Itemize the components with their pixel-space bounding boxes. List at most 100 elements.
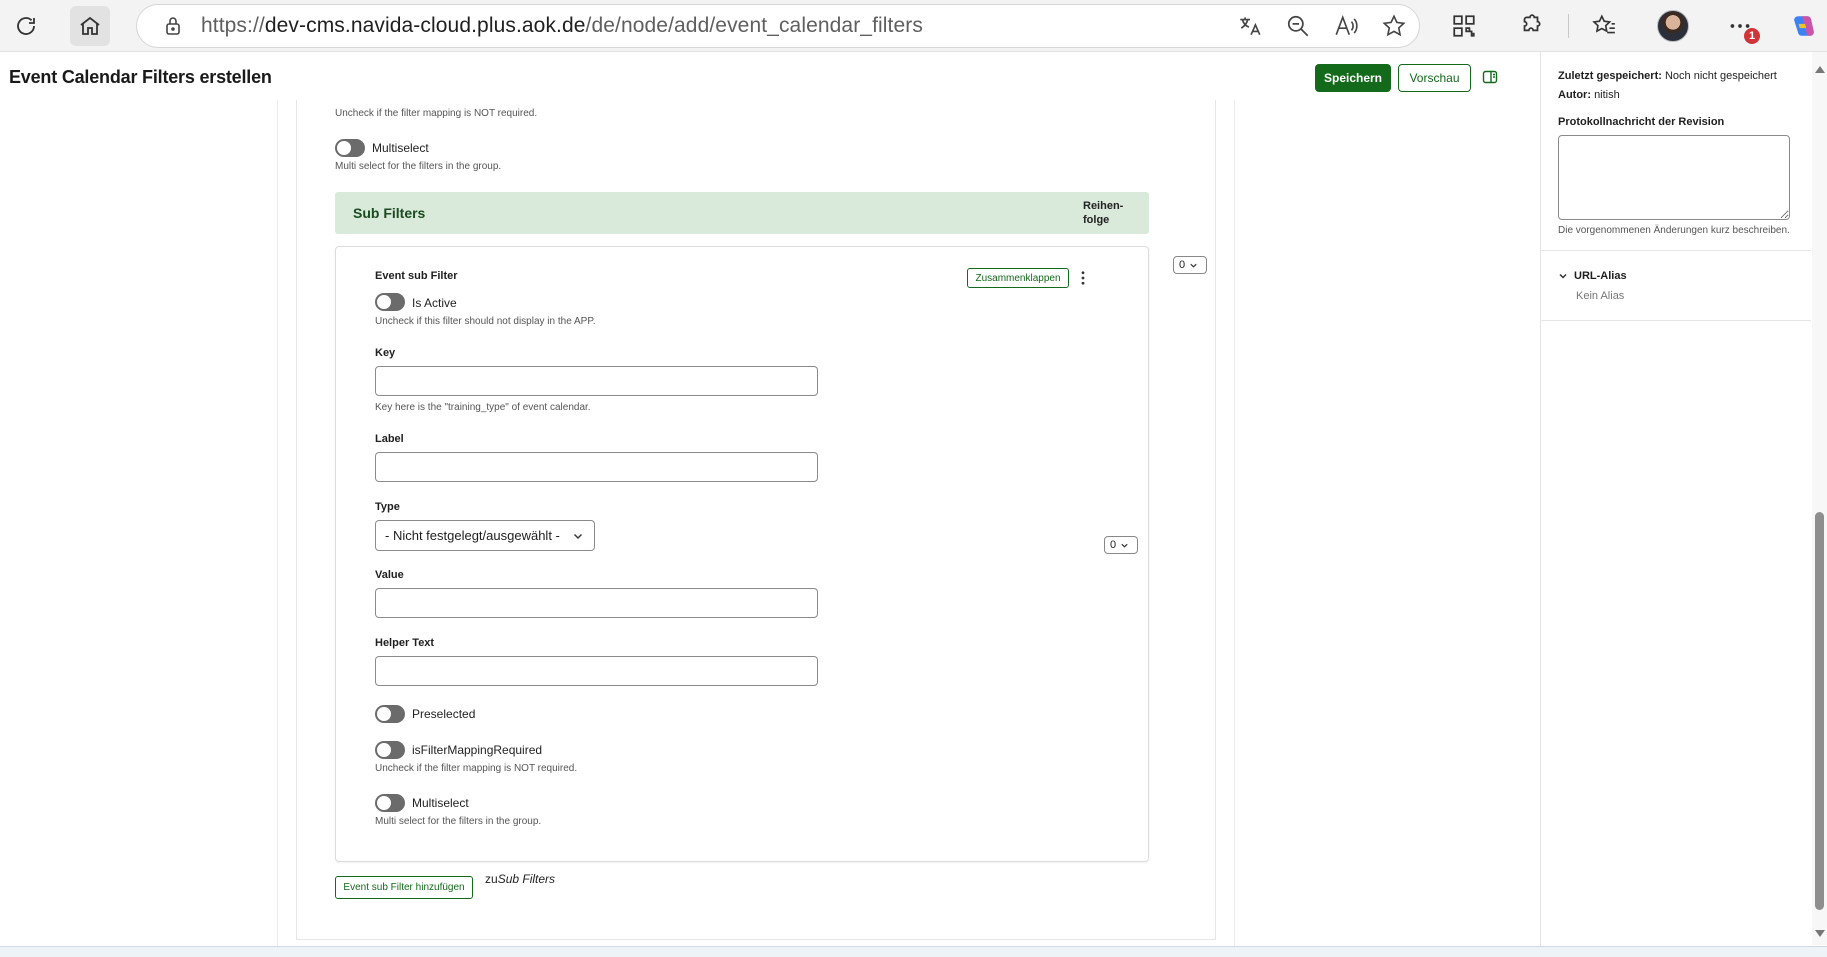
url-scheme: https:// (201, 14, 265, 37)
read-aloud-icon[interactable] (1333, 13, 1359, 39)
sub-filter-item-title: Event sub Filter (375, 270, 458, 282)
page-title: Event Calendar Filters erstellen (9, 67, 272, 87)
filter-mapping-help: Uncheck if the filter mapping is NOT req… (375, 763, 578, 774)
weight-select-item-value: 0 (1110, 539, 1117, 551)
zoom-out-icon[interactable] (1285, 13, 1311, 39)
scroll-thumb[interactable] (1815, 512, 1824, 910)
preselected-label: Preselected (412, 707, 476, 721)
sidebar-toggle-button[interactable] (1479, 66, 1501, 88)
translate-icon[interactable] (1237, 13, 1263, 39)
item-multiselect-toggle[interactable] (375, 794, 405, 812)
weight-select-top[interactable]: 0 (1173, 256, 1207, 274)
qr-code-button[interactable] (1446, 8, 1482, 44)
kebab-menu-icon (1081, 271, 1085, 285)
puzzle-icon (1523, 14, 1541, 32)
save-button[interactable]: Speichern (1315, 64, 1391, 92)
address-bar[interactable]: https://dev-cms.navida-cloud.plus.aok.de… (136, 4, 1420, 48)
home-button[interactable] (70, 6, 110, 46)
type-select[interactable]: - Nicht festgelegt/ausgewählt - (375, 520, 595, 551)
sidebar-divider (1541, 320, 1811, 321)
last-saved: Zuletzt gespeichert: Noch nicht gespeich… (1558, 70, 1777, 82)
is-active-toggle[interactable] (375, 293, 405, 311)
more-button[interactable]: 1 (1722, 8, 1760, 44)
reload-button[interactable] (6, 6, 46, 46)
filter-mapping-label: isFilterMappingRequired (412, 743, 543, 757)
qr-code-icon (1453, 15, 1475, 37)
sub-filters-header: Sub Filters Reihen-folge (335, 192, 1149, 234)
add-sub-filter-suffix: zuSub Filters (485, 872, 555, 886)
label-input[interactable] (375, 452, 818, 482)
multiselect-help: Multi select for the filters in the grou… (335, 161, 502, 172)
key-help: Key here is the "training_type" of event… (375, 402, 591, 413)
url-path: /de/node/add/event_calendar_filters (585, 14, 923, 37)
copilot-button[interactable] (1786, 8, 1822, 44)
is-active-label: Is Active (412, 296, 457, 310)
item-actions-button[interactable] (1075, 268, 1091, 288)
revision-help: Die vorgenommenen Änderungen kurz beschr… (1558, 225, 1790, 236)
meta-sidebar: Zuletzt gespeichert: Noch nicht gespeich… (1540, 52, 1827, 957)
value-input[interactable] (375, 588, 818, 618)
lock-icon[interactable] (161, 14, 185, 38)
item-multiselect-help: Multi select for the filters in the grou… (375, 816, 542, 827)
scroll-down-arrow[interactable] (1815, 930, 1825, 937)
home-icon (80, 16, 100, 35)
notification-badge: 1 (1744, 28, 1760, 44)
sidebar-divider (1541, 250, 1811, 251)
author-value: nitish (1594, 89, 1620, 101)
type-select-value: - Nicht festgelegt/ausgewählt - (385, 528, 560, 543)
type-label: Type (375, 501, 400, 513)
favorites-button[interactable] (1586, 8, 1622, 44)
collapse-button[interactable]: Zusammenklappen (967, 268, 1069, 288)
preview-button[interactable]: Vorschau (1398, 64, 1471, 92)
mapping-help: Uncheck if the filter mapping is NOT req… (335, 108, 538, 119)
is-active-help: Uncheck if this filter should not displa… (375, 316, 596, 327)
profile-button[interactable] (1655, 8, 1691, 44)
chevron-down-icon (574, 534, 582, 539)
url-alias-value: Kein Alias (1576, 290, 1625, 302)
order-column-label: Reihen-folge (1083, 200, 1124, 226)
url-alias-label: URL-Alias (1574, 270, 1627, 282)
add-suffix-target: Sub Filters (497, 872, 556, 886)
key-input[interactable] (375, 366, 818, 396)
toolbar-separator (1568, 14, 1569, 38)
author-label: Autor: (1558, 89, 1591, 101)
author: Autor: nitish (1558, 89, 1620, 101)
extensions-button[interactable] (1513, 8, 1549, 44)
sub-filters-title: Sub Filters (353, 205, 426, 221)
weight-select-top-value: 0 (1179, 259, 1186, 271)
multiselect-toggle[interactable] (335, 139, 365, 157)
sidebar-toggle-icon (1482, 70, 1498, 84)
url-host: dev-cms.navida-cloud.plus.aok.de (264, 14, 586, 37)
preselected-toggle[interactable] (375, 705, 405, 723)
scroll-up-arrow[interactable] (1815, 66, 1825, 73)
browser-toolbar: https://dev-cms.navida-cloud.plus.aok.de… (0, 0, 1827, 52)
star-icon[interactable] (1381, 13, 1407, 39)
add-sub-filter-button[interactable]: Event sub Filter hinzufügen (335, 876, 473, 899)
add-suffix-prefix: zu (485, 872, 498, 886)
chevron-down-icon (1559, 273, 1567, 279)
value-label: Value (375, 569, 404, 581)
helper-text-input[interactable] (375, 656, 818, 686)
page-scrollbar[interactable] (1812, 52, 1827, 945)
revision-log-textarea[interactable] (1558, 135, 1790, 220)
copilot-icon (1794, 16, 1814, 36)
url-text[interactable]: https://dev-cms.navida-cloud.plus.aok.de… (201, 14, 923, 38)
window-bottom-edge (0, 946, 1827, 957)
revision-label: Protokollnachricht der Revision (1558, 116, 1725, 128)
favorites-icon (1592, 14, 1615, 34)
chevron-down-icon (1190, 263, 1197, 268)
item-multiselect-label: Multiselect (412, 796, 469, 810)
label-label: Label (375, 433, 404, 445)
url-alias-toggle[interactable]: URL-Alias (1558, 270, 1627, 282)
avatar (1657, 10, 1689, 42)
page-header: Event Calendar Filters erstellen (0, 52, 1540, 100)
weight-select-item[interactable]: 0 (1104, 536, 1138, 554)
reload-icon (17, 17, 35, 35)
multiselect-label: Multiselect (372, 141, 429, 155)
helper-text-label: Helper Text (375, 637, 435, 649)
last-saved-value: Noch nicht gespeichert (1664, 70, 1777, 82)
chevron-down-icon (1121, 543, 1128, 548)
key-label: Key (375, 347, 396, 359)
filter-mapping-toggle[interactable] (375, 741, 405, 759)
last-saved-label: Zuletzt gespeichert: (1558, 70, 1662, 82)
